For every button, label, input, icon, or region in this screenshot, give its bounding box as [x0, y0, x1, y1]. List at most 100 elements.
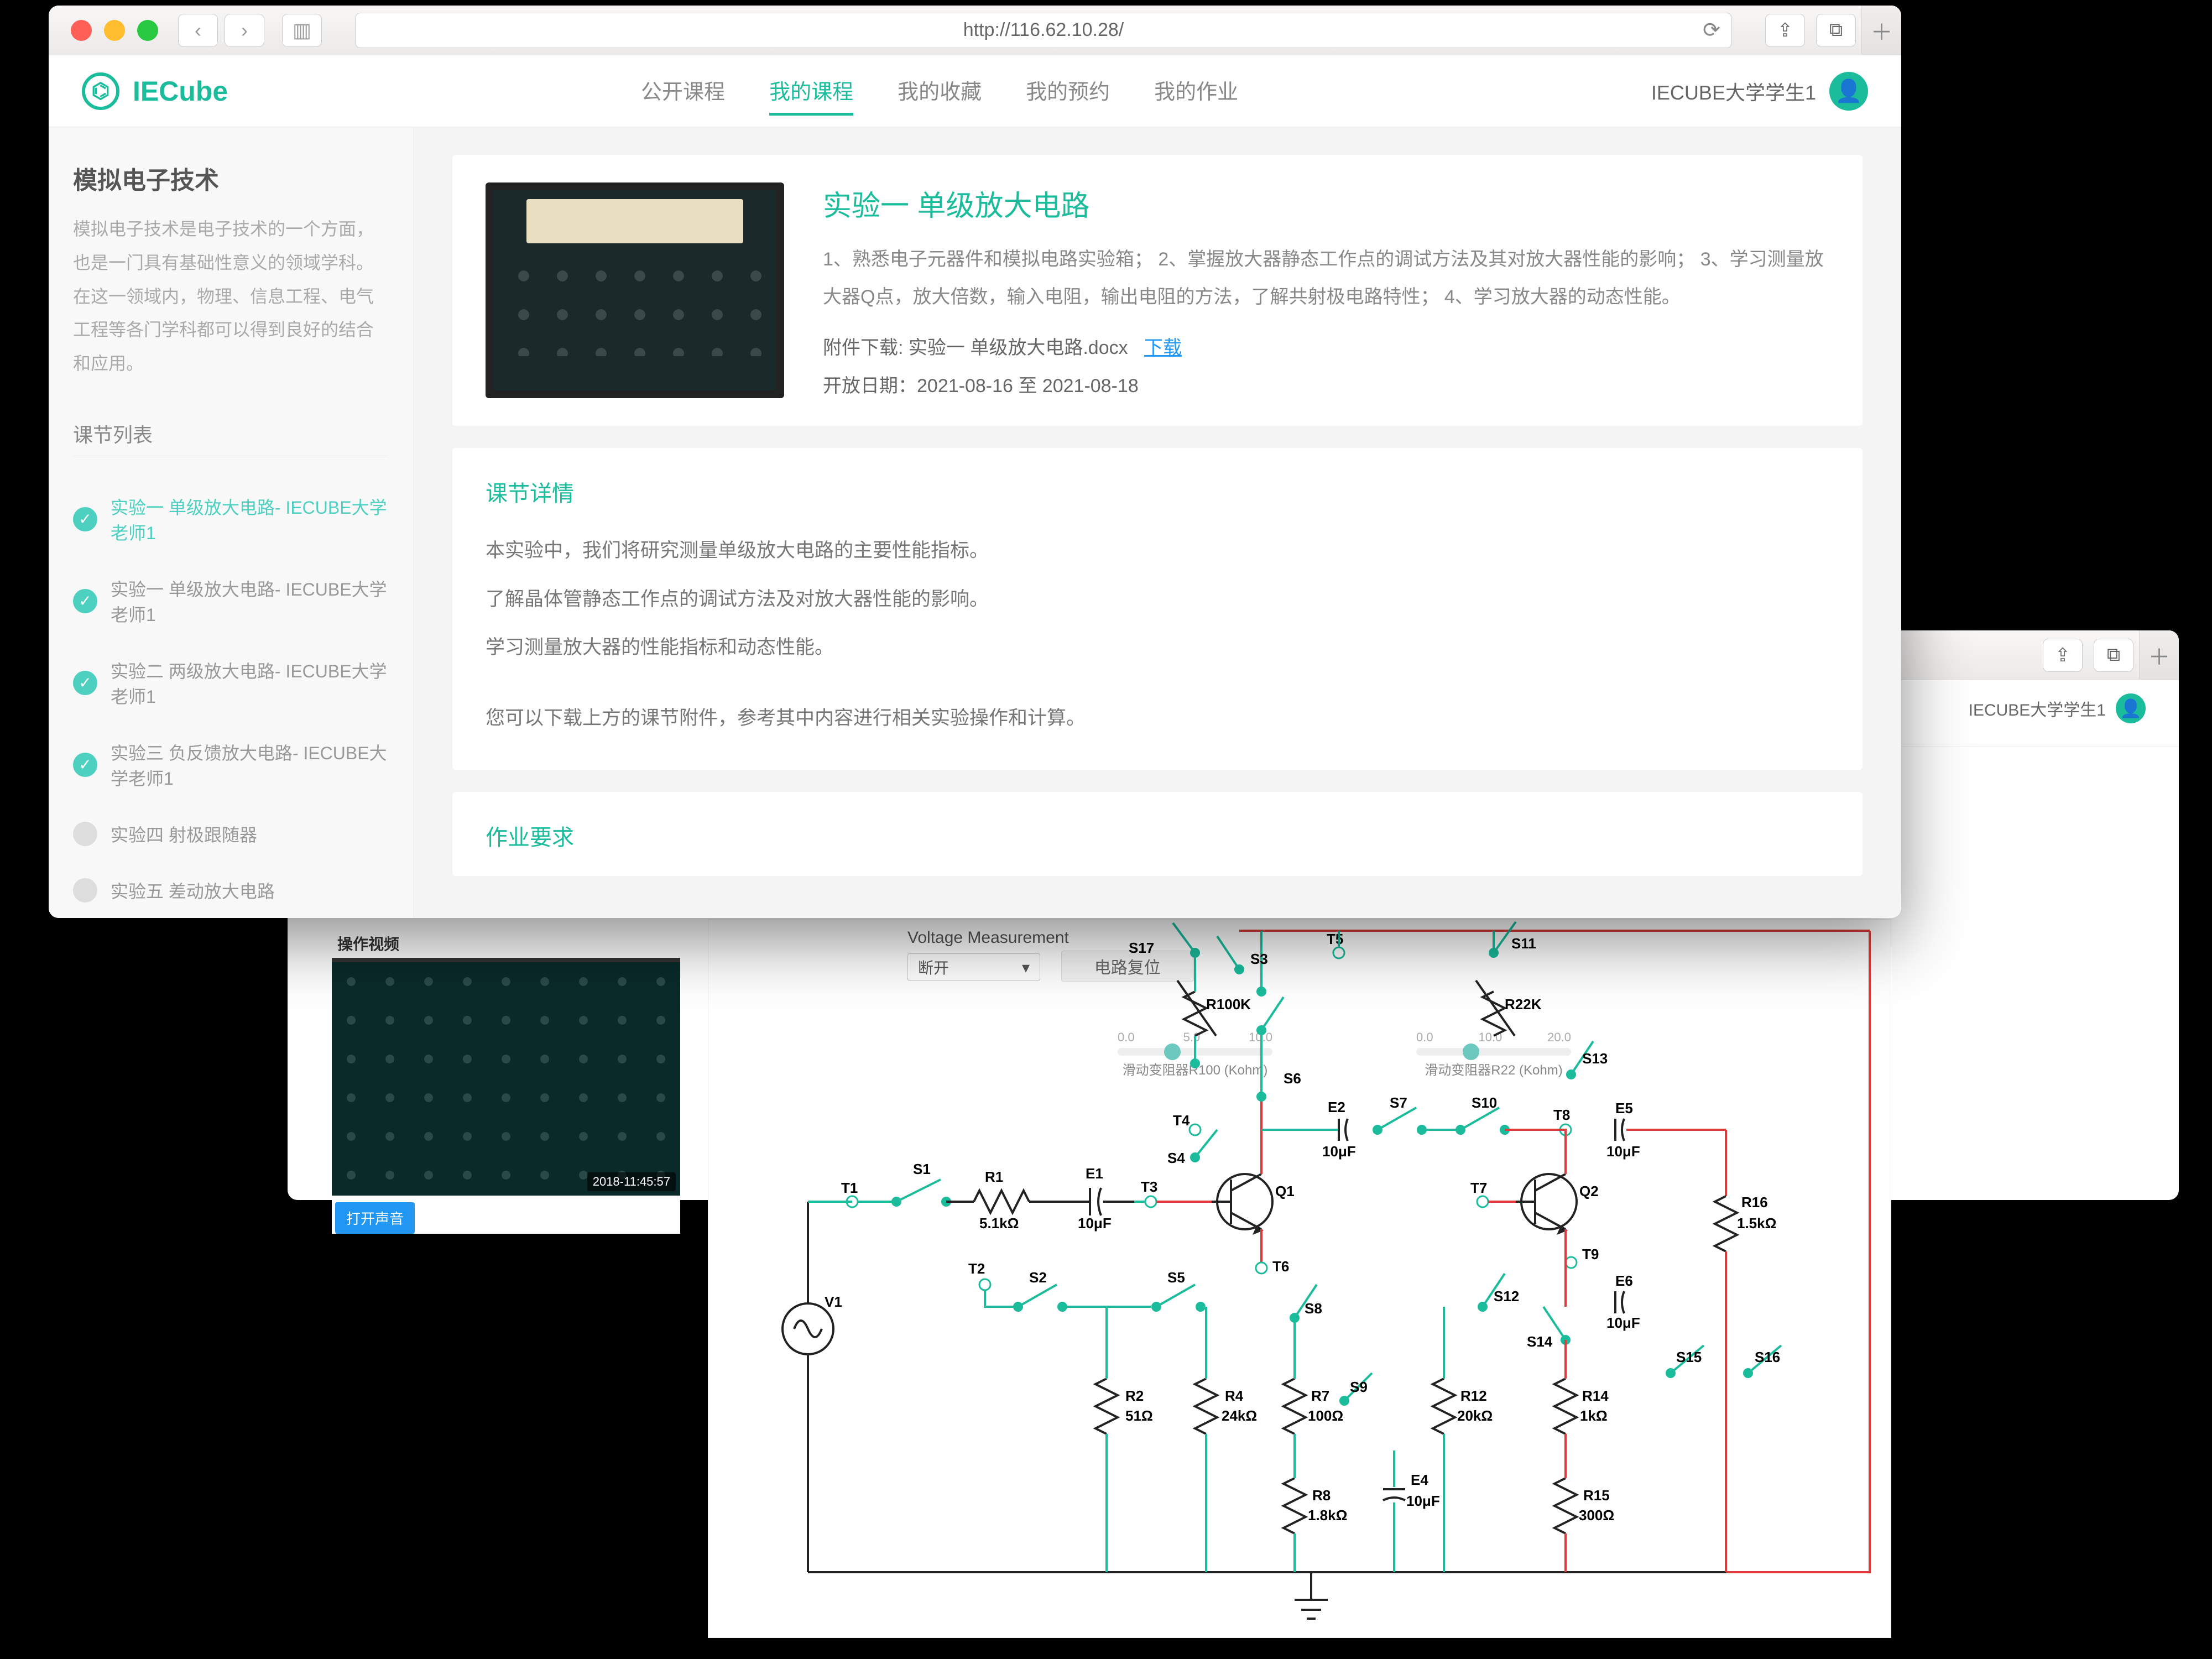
svg-text:E5: E5: [1615, 1100, 1633, 1117]
nav-public-courses[interactable]: 公开课程: [641, 67, 725, 116]
operation-video-panel: 操作视频 2018-11:45:57 打开声音: [332, 929, 680, 1234]
detail-line: 本实验中，我们将研究测量单级放大电路的主要性能指标。: [486, 526, 1829, 575]
minimize-window-icon[interactable]: [104, 20, 125, 41]
check-icon: ✓: [73, 589, 97, 613]
svg-text:S3: S3: [1250, 951, 1268, 967]
open-audio-button[interactable]: 打开声音: [335, 1202, 415, 1234]
svg-text:10μF: 10μF: [1078, 1215, 1112, 1232]
nav-my-homework[interactable]: 我的作业: [1154, 67, 1238, 116]
svg-text:51Ω: 51Ω: [1125, 1407, 1153, 1424]
close-window-icon[interactable]: [71, 20, 92, 41]
svg-text:T3: T3: [1141, 1178, 1157, 1195]
new-tab-button[interactable]: ＋: [1861, 6, 1901, 55]
forward-button[interactable]: ›: [225, 14, 264, 47]
username-back: IECUBE大学学生1: [1969, 696, 2106, 721]
sidebar-toggle-icon[interactable]: ▥: [282, 14, 322, 47]
video-timestamp: 2018-11:45:57: [587, 1172, 676, 1191]
user-menu-back[interactable]: IECUBE大学学生1 👤: [1969, 693, 2146, 723]
svg-text:S8: S8: [1305, 1300, 1322, 1317]
avatar-icon: 👤: [2116, 693, 2146, 723]
brand-name: IECube: [133, 75, 228, 107]
user-menu[interactable]: IECUBE大学学生1 👤: [1651, 72, 1868, 111]
share-icon[interactable]: ⇪: [1765, 14, 1805, 47]
browser-toolbar-front: ‹ › ▥ http://116.62.10.28/ ⟳ ⇪ ⧉ ＋: [49, 6, 1901, 55]
username: IECUBE大学学生1: [1651, 77, 1816, 106]
svg-text:E1: E1: [1086, 1165, 1103, 1182]
window-controls[interactable]: [71, 20, 158, 41]
svg-text:S9: S9: [1350, 1379, 1368, 1395]
svg-text:E4: E4: [1411, 1472, 1428, 1488]
svg-text:Q1: Q1: [1275, 1183, 1295, 1199]
browser-window-front: ‹ › ▥ http://116.62.10.28/ ⟳ ⇪ ⧉ ＋ ⌬ IEC…: [49, 6, 1901, 918]
status-dot-icon: [73, 822, 97, 846]
avatar-icon: 👤: [1829, 72, 1868, 111]
svg-text:S6: S6: [1284, 1070, 1301, 1087]
chapter-item[interactable]: 实验四 射极跟随器: [73, 806, 389, 862]
url-field[interactable]: http://116.62.10.28/ ⟳: [355, 13, 1732, 48]
svg-text:S12: S12: [1494, 1288, 1519, 1305]
svg-text:V1: V1: [825, 1293, 842, 1310]
svg-text:10μF: 10μF: [1606, 1143, 1640, 1160]
chapter-desc: 1、熟悉电子元器件和模拟电路实验箱； 2、掌握放大器静态工作点的调试方法及其对放…: [823, 241, 1829, 316]
nav-my-courses[interactable]: 我的课程: [769, 67, 853, 116]
chapter-list: ✓实验一 单级放大电路- IECUBE大学老师1✓实验一 单级放大电路- IEC…: [73, 478, 389, 918]
svg-text:S17: S17: [1129, 940, 1154, 956]
svg-text:R4: R4: [1225, 1387, 1244, 1404]
svg-text:R15: R15: [1583, 1487, 1610, 1504]
check-icon: ✓: [73, 507, 97, 531]
new-tab-button[interactable]: ＋: [2139, 630, 2179, 680]
chapter-label: 实验四 射极跟随器: [111, 821, 257, 847]
app-header: ⌬ IECube 公开课程 我的课程 我的收藏 我的预约 我的作业 IECUBE…: [49, 55, 1901, 127]
back-button[interactable]: ‹: [178, 14, 218, 47]
svg-text:S4: S4: [1167, 1150, 1185, 1166]
svg-text:T5: T5: [1327, 931, 1343, 947]
chapter-label: 实验二 两级放大电路- IECUBE大学老师1: [111, 658, 389, 708]
svg-text:R16: R16: [1741, 1194, 1768, 1211]
nav-my-favorites[interactable]: 我的收藏: [898, 67, 982, 116]
check-icon: ✓: [73, 671, 97, 695]
svg-text:S15: S15: [1676, 1349, 1702, 1365]
svg-text:T7: T7: [1470, 1180, 1487, 1196]
svg-text:T8: T8: [1553, 1107, 1570, 1123]
video-thumbnail[interactable]: 2018-11:45:57: [332, 958, 680, 1196]
svg-text:1.8kΩ: 1.8kΩ: [1308, 1507, 1347, 1524]
chapter-item[interactable]: 实验五 差动放大电路: [73, 862, 389, 918]
svg-text:T6: T6: [1272, 1258, 1289, 1275]
svg-text:300Ω: 300Ω: [1579, 1507, 1614, 1524]
svg-text:24kΩ: 24kΩ: [1222, 1407, 1257, 1424]
svg-text:R14: R14: [1582, 1387, 1609, 1404]
tabs-icon[interactable]: ⧉: [1816, 14, 1856, 47]
homework-title: 作业要求: [486, 820, 1829, 852]
chapter-detail-card: 课节详情 本实验中，我们将研究测量单级放大电路的主要性能指标。 了解晶体管静态工…: [452, 448, 1863, 770]
maximize-window-icon[interactable]: [137, 20, 158, 41]
svg-text:T4: T4: [1173, 1112, 1190, 1129]
reload-icon[interactable]: ⟳: [1703, 18, 1720, 43]
svg-text:S7: S7: [1390, 1094, 1407, 1111]
svg-text:20kΩ: 20kΩ: [1457, 1407, 1493, 1424]
svg-text:R2: R2: [1125, 1387, 1144, 1404]
logo-icon: ⌬: [82, 72, 119, 110]
chapter-item[interactable]: ✓ 实验二 两级放大电路- IECUBE大学老师1: [73, 642, 389, 724]
svg-text:E6: E6: [1615, 1272, 1633, 1289]
svg-text:T9: T9: [1582, 1246, 1599, 1262]
attachment-label: 附件下载: 实验一 单级放大电路.docx: [823, 337, 1128, 358]
chapter-item[interactable]: ✓实验一 单级放大电路- IECUBE大学老师1: [73, 560, 389, 642]
detail-line: 了解晶体管静态工作点的调试方法及对放大器性能的影响。: [486, 575, 1829, 624]
share-icon[interactable]: ⇪: [2043, 639, 2083, 672]
detail-line: 您可以下载上方的课节附件，参考其中内容进行相关实验操作和计算。: [486, 694, 1829, 743]
course-sidebar: 模拟电子技术 模拟电子技术是电子技术的一个方面，也是一门具有基础性意义的领域学科…: [49, 127, 414, 918]
svg-text:E2: E2: [1328, 1099, 1345, 1115]
chapter-item[interactable]: ✓实验一 单级放大电路- IECUBE大学老师1: [73, 478, 389, 560]
experiment-box-image: [486, 182, 784, 398]
tabs-icon[interactable]: ⧉: [2094, 639, 2133, 672]
svg-text:100Ω: 100Ω: [1308, 1407, 1343, 1424]
chapter-hero: 实验一 单级放大电路 1、熟悉电子元器件和模拟电路实验箱； 2、掌握放大器静态工…: [452, 155, 1863, 426]
detail-line: 学习测量放大器的性能指标和动态性能。: [486, 623, 1829, 672]
main-content: 实验一 单级放大电路 1、熟悉电子元器件和模拟电路实验箱； 2、掌握放大器静态工…: [414, 127, 1901, 918]
svg-text:R22K: R22K: [1505, 996, 1542, 1013]
nav-my-bookings[interactable]: 我的预约: [1026, 67, 1110, 116]
download-link[interactable]: 下载: [1144, 337, 1182, 358]
brand-logo[interactable]: ⌬ IECube: [82, 72, 228, 110]
svg-text:R8: R8: [1312, 1487, 1331, 1504]
chapter-item[interactable]: ✓实验三 负反馈放大电路- IECUBE大学老师1: [73, 724, 389, 806]
